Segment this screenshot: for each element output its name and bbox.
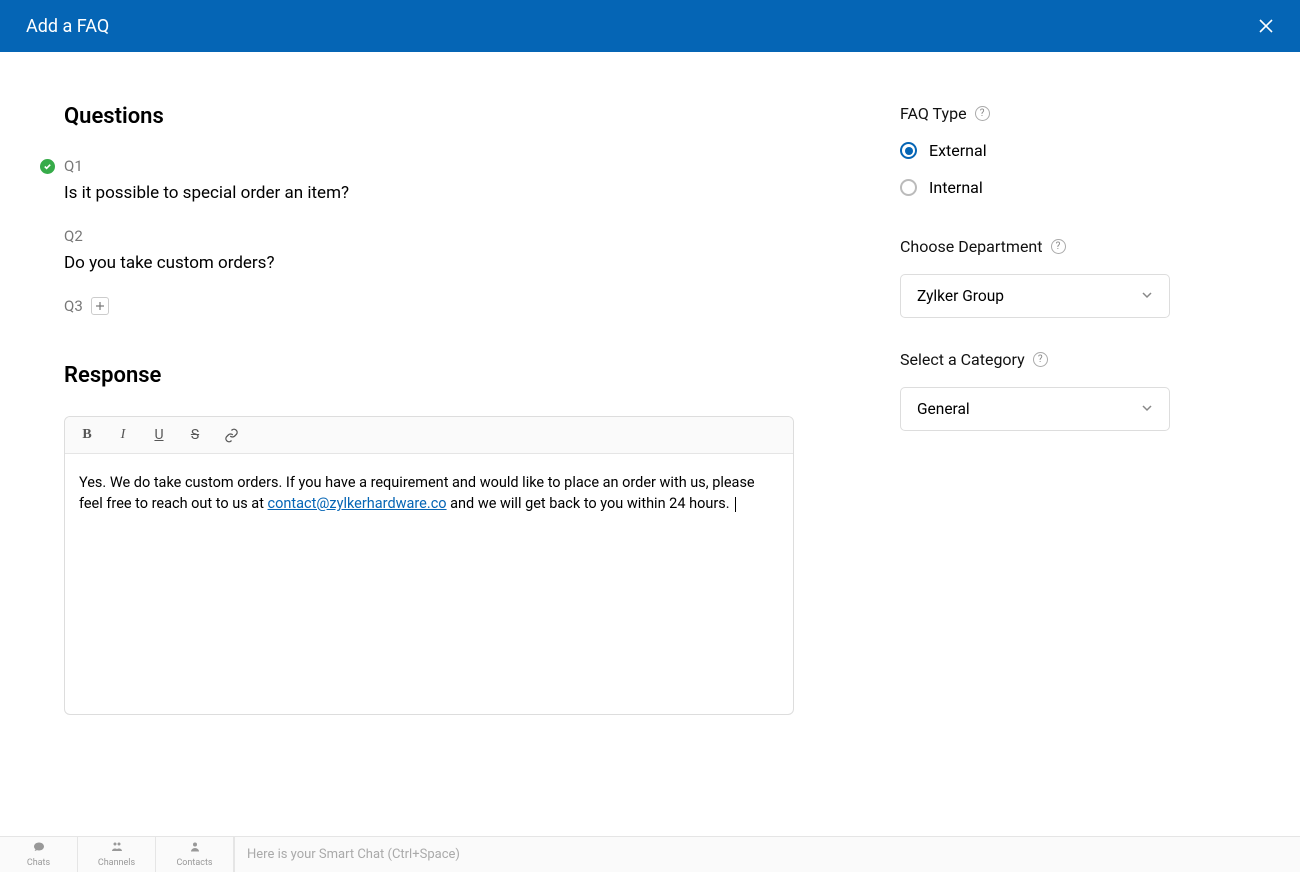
help-icon[interactable]: ? [1051, 239, 1066, 254]
modal-header: Add a FAQ [0, 0, 1300, 52]
bold-button[interactable]: B [77, 425, 97, 445]
category-label-text: Select a Category [900, 350, 1025, 369]
link-button[interactable] [221, 425, 241, 445]
question-text: Is it possible to special order an item? [64, 183, 820, 203]
dropdown-value: General [917, 400, 970, 418]
underline-button[interactable]: U [149, 425, 169, 445]
tab-label: Contacts [176, 858, 212, 868]
chevron-down-icon [1141, 400, 1153, 418]
smart-chat-input[interactable]: Here is your Smart Chat (Ctrl+Space) [234, 837, 460, 872]
italic-button[interactable]: I [113, 425, 133, 445]
department-label-text: Choose Department [900, 237, 1043, 256]
right-sidebar: FAQ Type ? External Internal Choose Depa… [900, 104, 1240, 463]
radio-icon [900, 142, 917, 159]
radio-icon [900, 179, 917, 196]
radio-label: External [929, 141, 987, 160]
tab-channels[interactable]: Channels [78, 837, 156, 872]
contacts-icon [189, 841, 201, 857]
question-label: Q2 [64, 227, 820, 245]
check-icon [40, 159, 55, 174]
response-editor: B I U S Yes. We do take custom orders. I… [64, 416, 794, 715]
close-button[interactable] [1258, 18, 1274, 34]
category-dropdown[interactable]: General [900, 387, 1170, 431]
add-question-button[interactable] [91, 297, 109, 315]
bottom-bar: Chats Channels Contacts Here is your Sma… [0, 836, 1300, 872]
radio-external[interactable]: External [900, 141, 1200, 160]
tab-label: Channels [98, 858, 135, 868]
radio-label: Internal [929, 178, 983, 197]
question-text: Do you take custom orders? [64, 253, 820, 273]
help-icon[interactable]: ? [975, 106, 990, 121]
response-heading: Response [64, 363, 820, 388]
response-text-after: and we will get back to you within 24 ho… [447, 495, 734, 512]
chat-icon [32, 841, 46, 857]
question-row-1[interactable]: Q1 Is it possible to special order an it… [64, 157, 820, 203]
response-link[interactable]: contact@zylkerhardware.co [268, 495, 447, 512]
main-content: Questions Q1 Is it possible to special o… [0, 52, 1300, 715]
questions-heading: Questions [64, 104, 820, 129]
left-column: Questions Q1 Is it possible to special o… [0, 104, 820, 715]
category-label: Select a Category ? [900, 350, 1200, 369]
tab-contacts[interactable]: Contacts [156, 837, 234, 872]
radio-internal[interactable]: Internal [900, 178, 1200, 197]
department-label: Choose Department ? [900, 237, 1200, 256]
faq-type-label-text: FAQ Type [900, 104, 967, 123]
question-row-2[interactable]: Q2 Do you take custom orders? [64, 227, 820, 273]
plus-icon [95, 301, 105, 311]
department-dropdown[interactable]: Zylker Group [900, 274, 1170, 318]
question-label: Q3 [64, 297, 83, 315]
italic-icon: I [121, 427, 126, 443]
response-section: Response B I U S Yes. We do take custo [64, 363, 820, 715]
tab-label: Chats [27, 858, 50, 868]
text-cursor [735, 497, 736, 512]
chevron-down-icon [1141, 287, 1153, 305]
close-icon [1258, 18, 1274, 34]
question-label: Q1 [64, 157, 820, 175]
strikethrough-icon: S [191, 427, 199, 443]
strikethrough-button[interactable]: S [185, 425, 205, 445]
tab-chats[interactable]: Chats [0, 837, 78, 872]
question-row-3: Q3 [64, 297, 820, 315]
channels-icon [109, 841, 125, 857]
editor-textarea[interactable]: Yes. We do take custom orders. If you ha… [65, 454, 793, 714]
faq-type-label: FAQ Type ? [900, 104, 1200, 123]
faq-type-radio-group: External Internal [900, 141, 1200, 197]
underline-icon: U [154, 427, 163, 443]
link-icon [224, 428, 239, 443]
modal-title: Add a FAQ [26, 16, 109, 37]
bold-icon: B [82, 427, 91, 443]
dropdown-value: Zylker Group [917, 287, 1004, 305]
help-icon[interactable]: ? [1033, 352, 1048, 367]
editor-toolbar: B I U S [65, 417, 793, 454]
smart-chat-placeholder: Here is your Smart Chat (Ctrl+Space) [247, 847, 460, 862]
